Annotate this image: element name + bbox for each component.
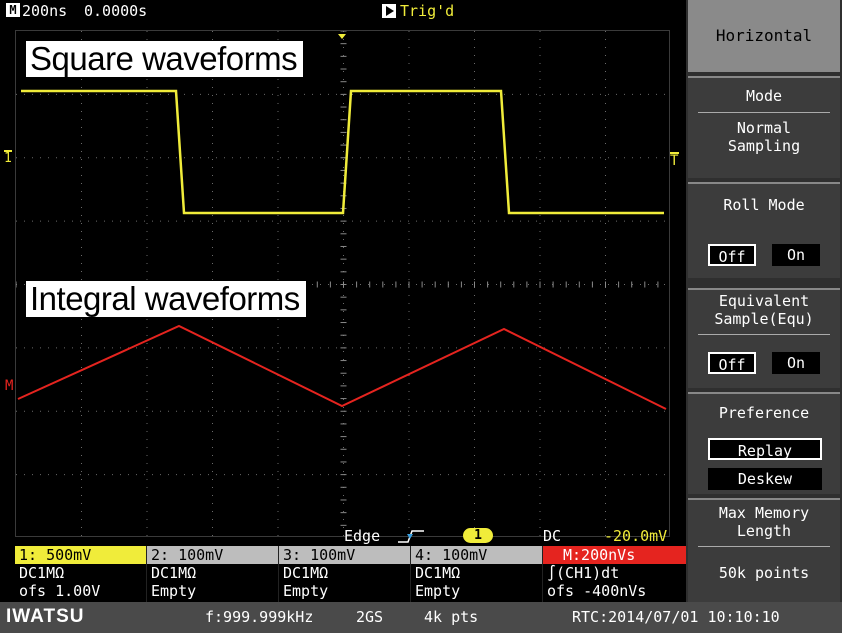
ch1-scale: 1: 500mV <box>15 546 146 564</box>
max-memory-divider <box>698 546 830 547</box>
max-memory-softkey[interactable]: Max Memory Length 50k points <box>688 498 840 602</box>
roll-off-option[interactable]: Off <box>708 244 756 266</box>
ch2-scale: 2: 100mV <box>147 546 278 564</box>
ch4-coupling: DC1MΩ <box>415 564 461 582</box>
ch3-status: Empty <box>283 582 329 600</box>
equivalent-on-option[interactable]: On <box>772 352 820 374</box>
preference-softkey[interactable]: Preference Replay Deskew <box>688 392 840 494</box>
math-scale: M:200nVs <box>543 546 686 564</box>
real-time-clock: RTC:2014/07/01 10:10:10 <box>572 608 780 626</box>
ch4-info[interactable]: 4: 100mV DC1MΩ Empty <box>411 546 543 602</box>
equivalent-label-line2: Sample(Equ) <box>714 310 814 328</box>
trigger-coupling: DC <box>543 527 562 545</box>
max-memory-value: 50k points <box>718 564 810 582</box>
waveform-display[interactable]: Square waveforms Integral waveforms <box>15 30 671 538</box>
math-marker[interactable]: M <box>5 378 13 394</box>
trigger-info: Edge 1 DC -20.0mV <box>0 526 686 546</box>
mode-value-line2: Sampling <box>727 137 801 155</box>
menu-title: Horizontal <box>688 0 840 72</box>
sample-rate: 2GS <box>356 608 384 626</box>
ch2-info[interactable]: 2: 100mV DC1MΩ Empty <box>147 546 279 602</box>
math-offset: ofs -400nVs <box>547 582 647 600</box>
trigger-level: -20.0mV <box>604 527 668 545</box>
ch2-status: Empty <box>151 582 197 600</box>
ch1-ground-marker[interactable]: 1 <box>4 150 12 166</box>
equivalent-sample-softkey[interactable]: Equivalent Sample(Equ) Off On <box>688 288 840 388</box>
ch1-offset: ofs 1.00V <box>19 582 101 600</box>
square-waveforms-label: Square waveforms <box>26 41 304 77</box>
math-info[interactable]: M:200nVs ∫(CH1)dt ofs -400nVs <box>543 546 686 602</box>
mode-value-line1: Normal <box>736 119 792 137</box>
ch4-status: Empty <box>415 582 461 600</box>
status-bar-bottom: IWATSU f:999.999kHz 2GS 4k pts RTC:2014/… <box>0 602 842 633</box>
ch2-coupling: DC1MΩ <box>151 564 197 582</box>
horizontal-menu: Horizontal Mode Normal Sampling Roll Mod… <box>686 0 842 602</box>
trigger-position-marker <box>338 34 346 39</box>
ch3-coupling: DC1MΩ <box>283 564 329 582</box>
ch3-scale: 3: 100mV <box>279 546 410 564</box>
horizontal-position-readout: 0.0000s <box>84 2 148 20</box>
roll-on-option[interactable]: On <box>772 244 820 266</box>
ch3-info[interactable]: 3: 100mV DC1MΩ Empty <box>279 546 411 602</box>
roll-mode-softkey[interactable]: Roll Mode Off On <box>688 182 840 278</box>
timebase-readout: 200ns <box>22 2 68 20</box>
mode-softkey[interactable]: Mode Normal Sampling <box>688 76 840 178</box>
mode-label: Mode <box>745 87 783 105</box>
menu-title-label: Horizontal <box>715 26 813 45</box>
roll-mode-label: Roll Mode <box>723 196 805 214</box>
ch1-coupling: DC1MΩ <box>19 564 65 582</box>
frequency-counter: f:999.999kHz <box>205 608 314 626</box>
brand-logo: IWATSU <box>6 606 85 627</box>
math-integral-trace <box>17 324 667 410</box>
run-icon <box>382 4 396 18</box>
math-function: ∫(CH1)dt <box>547 564 620 582</box>
timebase-icon: M <box>6 3 20 17</box>
integral-waveforms-label: Integral waveforms <box>26 281 306 317</box>
max-memory-label-line1: Max Memory <box>718 504 810 522</box>
preference-label: Preference <box>718 404 810 422</box>
ch4-scale: 4: 100mV <box>411 546 542 564</box>
equivalent-off-option[interactable]: Off <box>708 352 756 374</box>
trigger-level-marker[interactable]: T <box>670 152 679 168</box>
channel-info-row: 1: 500mV DC1MΩ ofs 1.00V 2: 100mV DC1MΩ … <box>0 546 686 602</box>
preference-deskew-option[interactable]: Deskew <box>708 468 822 490</box>
trigger-source-badge: 1 <box>463 528 493 543</box>
ch1-square-trace <box>21 89 664 215</box>
equivalent-divider <box>698 334 830 335</box>
rising-edge-icon <box>398 530 424 543</box>
trigger-type: Edge <box>344 527 381 545</box>
ch1-info[interactable]: 1: 500mV DC1MΩ ofs 1.00V <box>15 546 147 602</box>
trigger-state: Trig'd <box>400 2 455 20</box>
mode-divider <box>698 112 830 113</box>
max-memory-label-line2: Length <box>736 522 792 540</box>
status-bar-top: M 200ns 0.0000s Trig'd <box>0 0 686 22</box>
preference-replay-option[interactable]: Replay <box>708 438 822 460</box>
record-length: 4k pts <box>424 608 479 626</box>
equivalent-label-line1: Equivalent <box>718 292 810 310</box>
